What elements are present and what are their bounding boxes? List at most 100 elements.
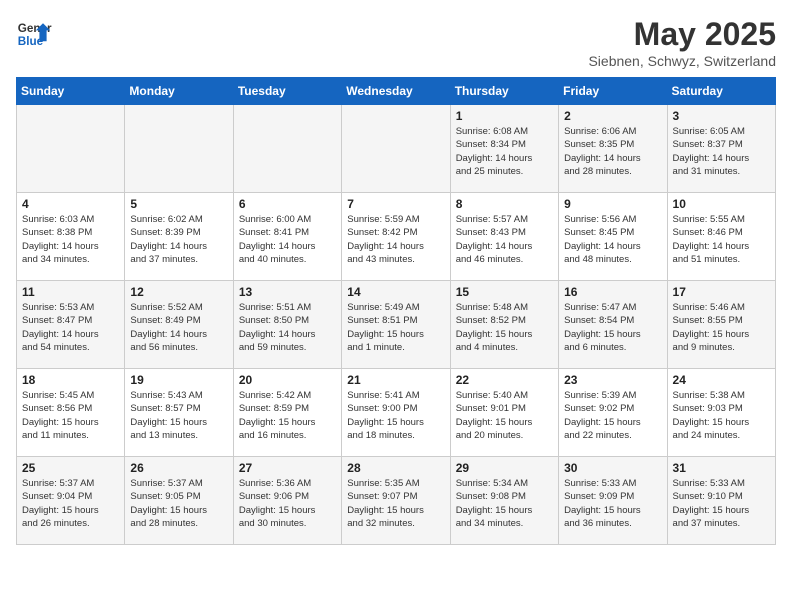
day-number: 4: [22, 197, 119, 211]
table-row: 8Sunrise: 5:57 AM Sunset: 8:43 PM Daylig…: [450, 193, 558, 281]
day-info: Sunrise: 5:41 AM Sunset: 9:00 PM Dayligh…: [347, 389, 444, 442]
day-number: 9: [564, 197, 661, 211]
day-number: 12: [130, 285, 227, 299]
day-number: 18: [22, 373, 119, 387]
table-row: 30 Sunrise: 5:33 AM Sunset: 9:09 PM Dayli…: [559, 457, 667, 545]
day-info: Sunrise: 5:39 AM Sunset: 9:02 PM Dayligh…: [564, 389, 661, 442]
table-row: [342, 105, 450, 193]
day-info: Sunrise: 5:37 AM Sunset: 9:05 PM Dayligh…: [130, 477, 227, 530]
table-row: 25Sunrise: 5:37 AM Sunset: 9:04 PM Dayli…: [17, 457, 125, 545]
day-info: Sunrise: 5:49 AM Sunset: 8:51 PM Dayligh…: [347, 301, 444, 354]
day-info: Sunrise: 5:33 AM Sunset: 9:09 PM Dayligh…: [564, 477, 661, 530]
table-row: 21 Sunrise: 5:41 AM Sunset: 9:00 PM Dayli…: [342, 369, 450, 457]
header-monday: Monday: [125, 78, 233, 105]
table-row: 3 Sunrise: 6:05 AM Sunset: 8:37 PM Daylig…: [667, 105, 775, 193]
day-info: Sunrise: 5:35 AM Sunset: 9:07 PM Dayligh…: [347, 477, 444, 530]
day-info: Sunrise: 5:40 AM Sunset: 9:01 PM Dayligh…: [456, 389, 553, 442]
table-row: 28Sunrise: 5:35 AM Sunset: 9:07 PM Dayli…: [342, 457, 450, 545]
day-info: Sunrise: 6:02 AM Sunset: 8:39 PM Dayligh…: [130, 213, 227, 266]
table-row: 1 Sunrise: 6:08 AM Sunset: 8:34 PM Daylig…: [450, 105, 558, 193]
table-row: 6 Sunrise: 6:00 AM Sunset: 8:41 PM Daylig…: [233, 193, 341, 281]
day-number: 22: [456, 373, 553, 387]
day-info: Sunrise: 5:46 AM Sunset: 8:55 PM Dayligh…: [673, 301, 770, 354]
header-friday: Friday: [559, 78, 667, 105]
day-number: 7: [347, 197, 444, 211]
table-row: [17, 105, 125, 193]
day-number: 23: [564, 373, 661, 387]
table-row: 22 Sunrise: 5:40 AM Sunset: 9:01 PM Dayli…: [450, 369, 558, 457]
day-info: Sunrise: 5:37 AM Sunset: 9:04 PM Dayligh…: [22, 477, 119, 530]
table-row: 19Sunrise: 5:43 AM Sunset: 8:57 PM Dayli…: [125, 369, 233, 457]
day-info: Sunrise: 5:36 AM Sunset: 9:06 PM Dayligh…: [239, 477, 336, 530]
day-number: 20: [239, 373, 336, 387]
day-info: Sunrise: 5:53 AM Sunset: 8:47 PM Dayligh…: [22, 301, 119, 354]
day-info: Sunrise: 6:06 AM Sunset: 8:35 PM Dayligh…: [564, 125, 661, 178]
day-number: 16: [564, 285, 661, 299]
day-info: Sunrise: 6:03 AM Sunset: 8:38 PM Dayligh…: [22, 213, 119, 266]
header-tuesday: Tuesday: [233, 78, 341, 105]
table-row: 10 Sunrise: 5:55 AM Sunset: 8:46 PM Dayli…: [667, 193, 775, 281]
day-info: Sunrise: 5:38 AM Sunset: 9:03 PM Dayligh…: [673, 389, 770, 442]
day-number: 6: [239, 197, 336, 211]
logo-icon: General Blue: [16, 16, 52, 52]
calendar-week-row: 25Sunrise: 5:37 AM Sunset: 9:04 PM Dayli…: [17, 457, 776, 545]
calendar-week-row: 11 Sunrise: 5:53 AM Sunset: 8:47 PM Dayli…: [17, 281, 776, 369]
table-row: 14 Sunrise: 5:49 AM Sunset: 8:51 PM Dayli…: [342, 281, 450, 369]
calendar-location: Siebnen, Schwyz, Switzerland: [588, 53, 776, 69]
table-row: 2 Sunrise: 6:06 AM Sunset: 8:35 PM Daylig…: [559, 105, 667, 193]
day-number: 21: [347, 373, 444, 387]
day-number: 3: [673, 109, 770, 123]
day-number: 24: [673, 373, 770, 387]
table-row: 23 Sunrise: 5:39 AM Sunset: 9:02 PM Dayli…: [559, 369, 667, 457]
calendar-week-row: 4 Sunrise: 6:03 AM Sunset: 8:38 PM Daylig…: [17, 193, 776, 281]
table-row: 29Sunrise: 5:34 AM Sunset: 9:08 PM Dayli…: [450, 457, 558, 545]
table-row: 7 Sunrise: 5:59 AM Sunset: 8:42 PM Daylig…: [342, 193, 450, 281]
calendar-title: May 2025: [588, 16, 776, 53]
table-row: 16Sunrise: 5:47 AM Sunset: 8:54 PM Dayli…: [559, 281, 667, 369]
table-row: 31Sunrise: 5:33 AM Sunset: 9:10 PM Dayli…: [667, 457, 775, 545]
calendar-week-row: 18 Sunrise: 5:45 AM Sunset: 8:56 PM Dayli…: [17, 369, 776, 457]
table-row: 12Sunrise: 5:52 AM Sunset: 8:49 PM Dayli…: [125, 281, 233, 369]
page-header: General Blue May 2025 Siebnen, Schwyz, S…: [16, 16, 776, 69]
table-row: [125, 105, 233, 193]
table-row: [233, 105, 341, 193]
day-number: 30: [564, 461, 661, 475]
table-row: 15Sunrise: 5:48 AM Sunset: 8:52 PM Dayli…: [450, 281, 558, 369]
table-row: 27 Sunrise: 5:36 AM Sunset: 9:06 PM Dayli…: [233, 457, 341, 545]
day-number: 1: [456, 109, 553, 123]
day-number: 15: [456, 285, 553, 299]
day-number: 31: [673, 461, 770, 475]
table-row: 13 Sunrise: 5:51 AM Sunset: 8:50 PM Dayli…: [233, 281, 341, 369]
day-info: Sunrise: 5:45 AM Sunset: 8:56 PM Dayligh…: [22, 389, 119, 442]
calendar-table: Sunday Monday Tuesday Wednesday Thursday…: [16, 77, 776, 545]
calendar-week-row: 1 Sunrise: 6:08 AM Sunset: 8:34 PM Daylig…: [17, 105, 776, 193]
day-info: Sunrise: 5:59 AM Sunset: 8:42 PM Dayligh…: [347, 213, 444, 266]
day-number: 8: [456, 197, 553, 211]
day-number: 13: [239, 285, 336, 299]
header-saturday: Saturday: [667, 78, 775, 105]
day-number: 2: [564, 109, 661, 123]
day-info: Sunrise: 5:42 AM Sunset: 8:59 PM Dayligh…: [239, 389, 336, 442]
day-number: 17: [673, 285, 770, 299]
day-info: Sunrise: 5:55 AM Sunset: 8:46 PM Dayligh…: [673, 213, 770, 266]
day-info: Sunrise: 6:08 AM Sunset: 8:34 PM Dayligh…: [456, 125, 553, 178]
table-row: 17 Sunrise: 5:46 AM Sunset: 8:55 PM Dayli…: [667, 281, 775, 369]
day-number: 11: [22, 285, 119, 299]
header-wednesday: Wednesday: [342, 78, 450, 105]
header-sunday: Sunday: [17, 78, 125, 105]
day-info: Sunrise: 6:00 AM Sunset: 8:41 PM Dayligh…: [239, 213, 336, 266]
day-info: Sunrise: 6:05 AM Sunset: 8:37 PM Dayligh…: [673, 125, 770, 178]
table-row: 5Sunrise: 6:02 AM Sunset: 8:39 PM Daylig…: [125, 193, 233, 281]
table-row: 9Sunrise: 5:56 AM Sunset: 8:45 PM Daylig…: [559, 193, 667, 281]
table-row: 4 Sunrise: 6:03 AM Sunset: 8:38 PM Daylig…: [17, 193, 125, 281]
header-thursday: Thursday: [450, 78, 558, 105]
day-number: 27: [239, 461, 336, 475]
day-number: 29: [456, 461, 553, 475]
day-number: 10: [673, 197, 770, 211]
table-row: 24 Sunrise: 5:38 AM Sunset: 9:03 PM Dayli…: [667, 369, 775, 457]
table-row: 11 Sunrise: 5:53 AM Sunset: 8:47 PM Dayli…: [17, 281, 125, 369]
day-number: 14: [347, 285, 444, 299]
day-info: Sunrise: 5:51 AM Sunset: 8:50 PM Dayligh…: [239, 301, 336, 354]
title-block: May 2025 Siebnen, Schwyz, Switzerland: [588, 16, 776, 69]
table-row: 26Sunrise: 5:37 AM Sunset: 9:05 PM Dayli…: [125, 457, 233, 545]
